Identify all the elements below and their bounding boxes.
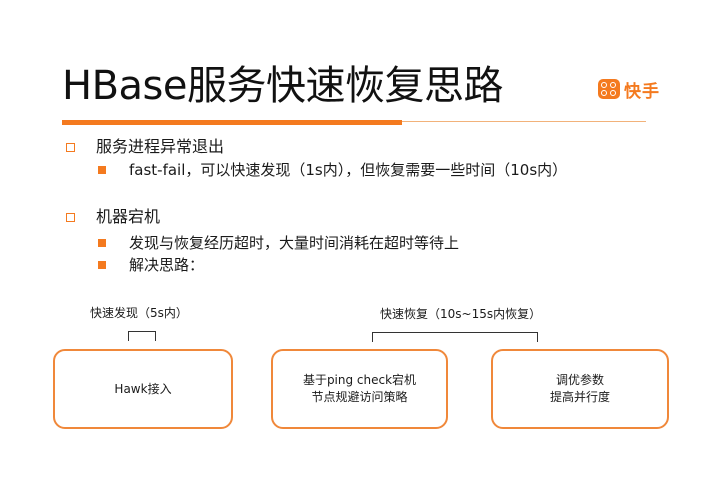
- bullet-level2: fast-fail，可以快速发现（1s内），但恢复需要一些时间（10s内）: [98, 160, 567, 180]
- detect-phase-label: 快速发现（5s内）: [90, 306, 188, 320]
- box-line: 基于ping check宕机: [302, 373, 417, 387]
- sub-bullet-text: 解决思路：: [129, 256, 205, 274]
- filled-square-bullet-icon: [98, 166, 106, 174]
- hollow-square-bullet-icon: [66, 212, 75, 222]
- hollow-square-bullet-icon: [66, 142, 75, 152]
- bullet-text: 服务进程异常退出: [96, 137, 225, 156]
- bullet-level1: 机器宕机: [66, 207, 160, 227]
- bullet-level1: 服务进程异常退出: [66, 137, 224, 157]
- kuaishou-logo: 快手: [598, 78, 660, 102]
- brand-name: 快手: [624, 81, 660, 102]
- box-line: 节点规避访问策略: [311, 390, 408, 404]
- ping-check-box: 基于ping check宕机 节点规避访问策略: [271, 349, 448, 429]
- box-line: Hawk接入: [114, 381, 172, 396]
- recover-phase-bracket: [372, 332, 538, 342]
- filled-square-bullet-icon: [98, 261, 106, 269]
- title-underline-accent: [62, 120, 402, 125]
- slide-title: HBase服务快速恢复思路: [62, 63, 503, 109]
- box-line: 调优参数: [555, 373, 604, 387]
- title-underline-thin: [402, 121, 646, 122]
- box-line: 提高并行度: [549, 390, 610, 404]
- sub-bullet-text: 发现与恢复经历超时，大量时间消耗在超时等待上: [129, 234, 460, 252]
- bullet-level2: 发现与恢复经历超时，大量时间消耗在超时等待上: [98, 233, 459, 253]
- bullet-level2: 解决思路：: [98, 255, 204, 275]
- recover-phase-label: 快速恢复（10s~15s内恢复）: [380, 307, 542, 321]
- kuaishou-logo-icon: [598, 79, 620, 99]
- detect-phase-bracket: [128, 331, 156, 341]
- sub-bullet-text: fast-fail，可以快速发现（1s内），但恢复需要一些时间（10s内）: [129, 161, 568, 179]
- bullet-text: 机器宕机: [96, 207, 161, 226]
- filled-square-bullet-icon: [98, 239, 106, 247]
- hawk-box: Hawk接入: [53, 349, 233, 429]
- tuning-box: 调优参数 提高并行度: [491, 349, 669, 429]
